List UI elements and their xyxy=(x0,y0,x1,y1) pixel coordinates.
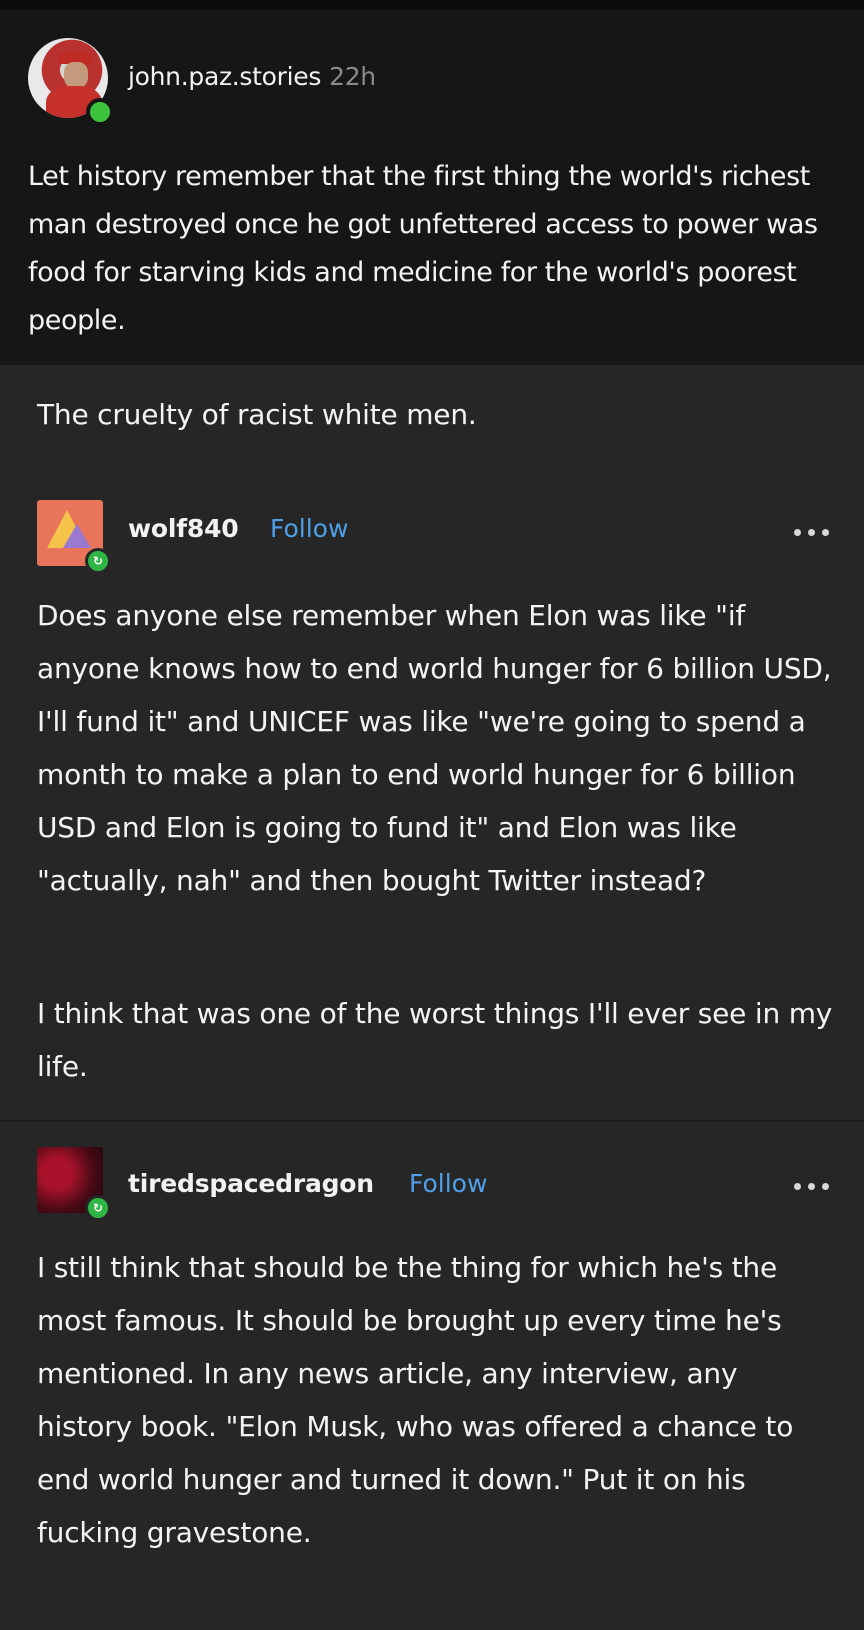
reblog-icon: ↻ xyxy=(85,1195,111,1221)
reblog-paragraph: I still think that should be the thing f… xyxy=(37,1251,794,1549)
reblog-divider xyxy=(0,1120,864,1122)
post-author-name[interactable]: john.paz.stories xyxy=(128,62,321,91)
avatar-triangle-inner xyxy=(63,524,91,548)
top-post: john.paz.stories 22h Let history remember… xyxy=(0,0,864,365)
reblog-username[interactable]: wolf840 xyxy=(128,514,239,543)
post-caption: Let history remember that the first thin… xyxy=(28,161,818,336)
screenshot-page: john.paz.stories 22h Let history remember… xyxy=(0,0,864,1630)
post-author[interactable]: john.paz.stories 22h xyxy=(128,62,376,91)
reblog-username[interactable]: tiredspacedragon xyxy=(128,1169,374,1198)
follow-button[interactable]: Follow xyxy=(409,1169,487,1198)
more-options-icon[interactable] xyxy=(792,522,834,542)
reblog-icon: ↻ xyxy=(85,548,111,574)
avatar-face xyxy=(64,62,88,88)
reblog-avatar-wolf840[interactable]: ↻ xyxy=(37,500,111,574)
online-status-icon xyxy=(86,98,114,126)
op-post-text: The cruelty of racist white men. xyxy=(37,398,477,431)
follow-button[interactable]: Follow xyxy=(270,514,348,543)
reblog-avatar-tiredspacedragon[interactable]: ↻ xyxy=(37,1147,111,1221)
reblog-paragraph: Does anyone else remember when Elon was … xyxy=(37,599,832,897)
top-edge xyxy=(0,0,864,10)
more-options-icon[interactable] xyxy=(792,1176,834,1196)
post-timestamp: 22h xyxy=(329,62,376,91)
reblog-paragraph: I think that was one of the worst things… xyxy=(37,997,833,1083)
